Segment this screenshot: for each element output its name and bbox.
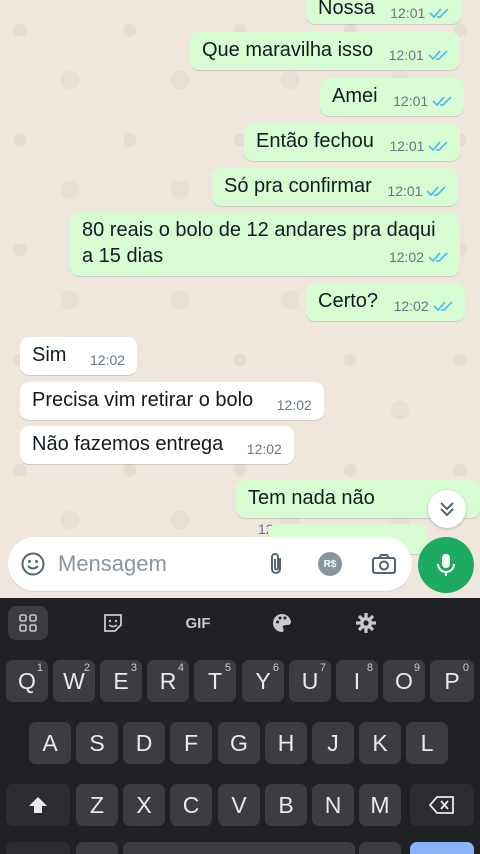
read-ticks-icon	[428, 141, 449, 152]
camera-icon[interactable]	[370, 551, 398, 577]
key-t[interactable]: T5	[194, 660, 236, 702]
message-bubble-outgoing[interactable]: Nossa 12:01	[306, 0, 462, 24]
key-k[interactable]: K	[359, 722, 401, 764]
key-n[interactable]: N	[312, 784, 354, 826]
message-text-line: 80 reais o bolo de 12 andares pra daqui	[82, 219, 436, 241]
period-key[interactable]	[359, 842, 401, 854]
message-input[interactable]	[58, 547, 258, 581]
key-y[interactable]: Y6	[242, 660, 284, 702]
chevron-double-down-icon	[440, 502, 454, 517]
backspace-key[interactable]	[410, 784, 474, 826]
message-text: Então fechou	[256, 130, 374, 152]
message-bubble-outgoing[interactable]: Então fechou 12:01	[244, 123, 461, 161]
key-o[interactable]: O9	[383, 660, 425, 702]
message-time: 12:01	[393, 93, 429, 109]
payment-button[interactable]: R$	[318, 552, 342, 576]
shift-key[interactable]	[6, 784, 70, 826]
voice-message-button[interactable]	[418, 537, 474, 593]
shift-icon	[29, 797, 47, 813]
apps-grid-button[interactable]	[8, 606, 48, 640]
grid-icon	[19, 614, 37, 632]
key-e[interactable]: E3	[100, 660, 142, 702]
key-p[interactable]: P0	[430, 660, 474, 702]
key-m[interactable]: M	[359, 784, 401, 826]
gif-button[interactable]: GIF	[178, 606, 218, 640]
message-time: 12:02	[388, 249, 424, 265]
message-bubble-incoming[interactable]: Precisa vim retirar o bolo 12:02	[20, 382, 324, 420]
keyboard: GIF Q1 W2 E3 R4 T5 Y6 U7 I8 O9 P0 A S D …	[0, 598, 480, 854]
message-time: 12:01	[389, 138, 425, 154]
message-bubble-incoming[interactable]: Sim 12:02	[20, 337, 138, 375]
scroll-to-bottom-button[interactable]	[428, 490, 466, 528]
attach-icon[interactable]	[264, 551, 290, 577]
message-text: Amei	[332, 85, 378, 107]
key-h[interactable]: H	[265, 722, 307, 764]
message-composer: R$	[8, 537, 412, 591]
message-time: 12:02	[276, 397, 312, 413]
key-c[interactable]: C	[170, 784, 212, 826]
backspace-icon	[429, 796, 454, 814]
message-text: Que maravilha isso	[202, 39, 374, 61]
send-key[interactable]	[410, 842, 474, 854]
key-j[interactable]: J	[312, 722, 354, 764]
message-bubble-outgoing[interactable]: Amei 12:01	[320, 78, 465, 116]
read-ticks-icon	[432, 96, 452, 107]
read-ticks-icon	[429, 8, 449, 19]
key-d[interactable]: D	[123, 722, 165, 764]
key-s[interactable]: S	[76, 722, 118, 764]
message-text: Tem nada não	[248, 487, 375, 509]
gear-icon	[356, 613, 376, 633]
message-text: Não fazemos entrega	[32, 433, 224, 455]
key-a[interactable]: A	[29, 722, 71, 764]
theme-button[interactable]	[264, 606, 300, 640]
key-g[interactable]: G	[218, 722, 260, 764]
comma-key[interactable]	[76, 842, 118, 854]
message-bubble-outgoing[interactable]: Certo? 12:02	[306, 283, 465, 321]
message-text: Nossa	[318, 0, 375, 19]
message-time: 12:02	[90, 352, 126, 368]
key-z[interactable]: Z	[76, 784, 118, 826]
message-time: 12:01	[390, 5, 426, 21]
message-text: Só pra confirmar	[224, 175, 372, 197]
read-ticks-icon	[433, 301, 453, 312]
emoji-icon[interactable]	[20, 551, 46, 577]
space-key[interactable]	[123, 842, 355, 854]
message-text: Sim	[32, 344, 67, 366]
key-i[interactable]: I8	[336, 660, 378, 702]
read-ticks-icon	[426, 186, 447, 197]
read-ticks-icon	[428, 50, 448, 61]
settings-button[interactable]	[348, 606, 384, 640]
message-time: 12:02	[393, 298, 429, 314]
key-u[interactable]: U7	[289, 660, 331, 702]
key-f[interactable]: F	[170, 722, 212, 764]
message-time: 12:01	[387, 183, 423, 199]
message-bubble-outgoing[interactable]: Só pra confirmar 12:01	[212, 168, 459, 206]
message-text: Certo?	[318, 290, 379, 312]
message-bubble-outgoing[interactable]: Que maravilha isso 12:01	[190, 32, 460, 70]
keyboard-toolbar: GIF	[0, 598, 480, 648]
key-b[interactable]: B	[265, 784, 307, 826]
palette-icon	[273, 613, 291, 632]
microphone-icon	[437, 554, 455, 576]
sticker-icon	[104, 614, 122, 632]
key-w[interactable]: W2	[53, 660, 95, 702]
message-time: 12:02	[246, 441, 282, 457]
key-v[interactable]: V	[218, 784, 260, 826]
chat-area[interactable]: Nossa 12:01 Que maravilha isso 12:01 Ame…	[0, 0, 480, 598]
key-q[interactable]: Q1	[6, 660, 48, 702]
sticker-button[interactable]	[96, 606, 130, 640]
read-ticks-icon	[428, 252, 448, 263]
message-bubble-outgoing[interactable]: 80 reais o bolo de 12 andares pra daqui …	[70, 212, 460, 276]
symbols-key[interactable]	[6, 842, 70, 854]
message-time: 12:01	[388, 47, 424, 63]
key-l[interactable]: L	[406, 722, 448, 764]
key-r[interactable]: R4	[147, 660, 189, 702]
key-x[interactable]: X	[123, 784, 165, 826]
message-bubble-incoming[interactable]: Não fazemos entrega 12:02	[20, 426, 294, 464]
message-text: Precisa vim retirar o bolo	[32, 389, 254, 411]
